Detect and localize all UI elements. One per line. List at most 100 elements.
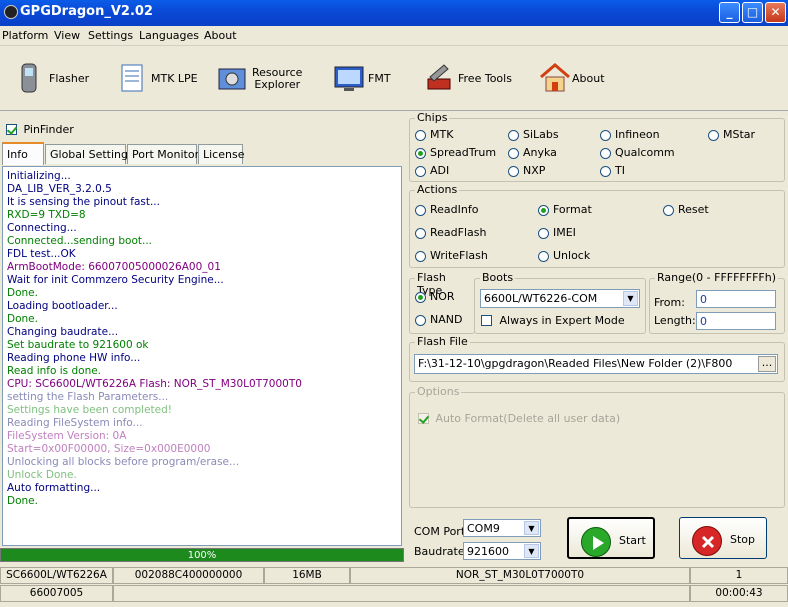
flash-type-nor-radio[interactable]: NOR xyxy=(415,290,455,303)
chip-radio-infineon[interactable]: Infineon xyxy=(600,128,660,141)
boots-group: Boots 6600L/WT6226-COM ▼ Always in Exper… xyxy=(474,271,646,334)
browse-button[interactable]: ... xyxy=(758,356,776,372)
tab-info[interactable]: Info xyxy=(2,142,44,165)
actions-caption: Actions xyxy=(415,183,460,196)
baudrate-select[interactable]: 921600 ▼ xyxy=(463,542,541,560)
chevron-down-icon[interactable]: ▼ xyxy=(524,521,539,535)
com-port-label: COM Port xyxy=(414,525,466,538)
tab-license[interactable]: License xyxy=(198,144,244,164)
log-line: RXD=9 TXD=8 xyxy=(7,209,86,221)
menu-about[interactable]: About xyxy=(204,29,237,42)
action-radio-unlock[interactable]: Unlock xyxy=(538,249,590,262)
menu-platform[interactable]: Platform xyxy=(2,29,48,42)
toolbar: Flasher MTK LPE Resource Explorer FMT Fr… xyxy=(0,47,788,111)
log-line: Loading bootloader... xyxy=(7,300,118,312)
home-icon xyxy=(540,63,570,92)
chip-radio-anyka[interactable]: Anyka xyxy=(508,146,557,159)
film-icon xyxy=(218,68,246,90)
stop-button[interactable]: Stop xyxy=(679,517,767,559)
status-timer: 00:00:43 xyxy=(690,585,788,602)
toolbar-about-button[interactable]: About xyxy=(538,57,618,101)
action-radio-format[interactable]: Format xyxy=(538,203,592,216)
chip-label: TI xyxy=(615,164,625,177)
log-line: CPU: SC6600L/WT6226A Flash: NOR_ST_M30L0… xyxy=(7,378,302,390)
flash-type-nand-radio[interactable]: NAND xyxy=(415,313,462,326)
toolbar-free-tools-button[interactable]: Free Tools xyxy=(422,57,522,101)
play-icon xyxy=(581,527,611,557)
action-radio-imei[interactable]: IMEI xyxy=(538,226,576,239)
chip-radio-mstar[interactable]: MStar xyxy=(708,128,755,141)
expert-mode-checkbox[interactable]: Always in Expert Mode xyxy=(481,313,625,327)
action-radio-readinfo[interactable]: ReadInfo xyxy=(415,203,478,216)
log-line: Auto formatting... xyxy=(7,482,101,494)
log-line: FDL test...OK xyxy=(7,248,76,260)
stop-icon xyxy=(692,526,722,556)
action-label: Unlock xyxy=(553,249,591,262)
chip-radio-qualcomm[interactable]: Qualcomm xyxy=(600,146,675,159)
range-group: Range(0 - FFFFFFFFh) From: 0 Length: 0 xyxy=(649,271,785,334)
menu-bar: Platform View Settings Languages About xyxy=(0,26,788,46)
range-from-input[interactable]: 0 xyxy=(696,290,776,308)
log-line: Unlocking all blocks before program/eras… xyxy=(7,456,240,468)
chips-group: Chips MTK SiLabs Infineon MStar SpreadTrum An… xyxy=(409,111,785,182)
boots-caption: Boots xyxy=(480,271,516,284)
com-port-select[interactable]: COM9 ▼ xyxy=(463,519,541,537)
toolbar-mtk-lpe-button[interactable]: MTK LPE xyxy=(116,57,206,101)
action-label: WriteFlash xyxy=(430,249,488,262)
chip-label: MStar xyxy=(723,128,756,141)
log-line: FileSystem Version: 0A xyxy=(7,430,127,442)
close-button[interactable]: ✕ xyxy=(765,2,786,23)
chip-radio-ti[interactable]: TI xyxy=(600,164,625,177)
chip-radio-spreadtrum[interactable]: SpreadTrum xyxy=(415,146,496,159)
status-id: 002088C400000000 xyxy=(113,567,264,584)
range-caption: Range(0 - FFFFFFFFh) xyxy=(655,271,778,284)
chip-label: SpreadTrum xyxy=(430,146,497,159)
maximize-button[interactable]: □ xyxy=(742,2,763,23)
menu-view[interactable]: View xyxy=(54,29,80,42)
start-button[interactable]: Start xyxy=(567,517,655,559)
pinfinder-check-mark xyxy=(6,123,17,135)
chip-radio-silabs[interactable]: SiLabs xyxy=(508,128,559,141)
chip-label: Anyka xyxy=(523,146,557,159)
chevron-down-icon[interactable]: ▼ xyxy=(524,544,539,558)
log-line: Wait for init Commzero Security Engine..… xyxy=(7,274,224,286)
log-line: Settings have been completed! xyxy=(7,404,173,416)
expert-mode-check-mark xyxy=(481,314,492,326)
log-output[interactable]: Initializing... DA_LIB_VER_3.2.0.5 It is s… xyxy=(2,166,402,546)
log-line: Done. xyxy=(7,495,38,507)
boots-select[interactable]: 6600L/WT6226-COM ▼ xyxy=(480,289,640,308)
port-controls: COM Port COM9 ▼ Baudrate 921600 ▼ Start … xyxy=(409,508,785,565)
toolbar-flasher-button[interactable]: Flasher xyxy=(12,57,102,101)
actions-group: Actions ReadInfo Format Reset ReadFlash IMEI… xyxy=(409,183,785,268)
menu-settings[interactable]: Settings xyxy=(88,29,133,42)
toolbar-resource-explorer-button[interactable]: Resource Explorer xyxy=(216,57,316,101)
auto-format-checkbox[interactable]: Auto Format(Delete all user data) xyxy=(418,411,620,425)
chip-radio-mtk[interactable]: MTK xyxy=(415,128,453,141)
tab-global-settings[interactable]: Global Settings xyxy=(45,144,134,164)
chevron-down-icon[interactable]: ▼ xyxy=(623,291,638,306)
status-count: 1 xyxy=(690,567,788,584)
menu-languages[interactable]: Languages xyxy=(139,29,199,42)
status-boot-code: 66007005 xyxy=(0,585,113,602)
action-radio-writeflash[interactable]: WriteFlash xyxy=(415,249,488,262)
status-size: 16MB xyxy=(264,567,350,584)
action-radio-reset[interactable]: Reset xyxy=(663,203,709,216)
flash-file-caption: Flash File xyxy=(415,335,470,348)
flash-type-nor-label: NOR xyxy=(430,290,455,303)
tab-port-monitor[interactable]: Port Monitor xyxy=(127,144,199,164)
action-label: IMEI xyxy=(553,226,576,239)
flash-file-input[interactable]: F:\31-12-10\gpgdragon\Readed Files\New F… xyxy=(414,354,778,374)
chip-radio-nxp[interactable]: NXP xyxy=(508,164,545,177)
chip-label: ADI xyxy=(430,164,450,177)
action-radio-readflash[interactable]: ReadFlash xyxy=(415,226,486,239)
toolbar-fmt-button[interactable]: FMT xyxy=(332,57,402,101)
action-label: ReadFlash xyxy=(430,226,487,239)
minimize-button[interactable]: _ xyxy=(719,2,740,23)
range-length-input[interactable]: 0 xyxy=(696,312,776,330)
expert-mode-label: Always in Expert Mode xyxy=(499,313,625,327)
boots-select-value: 6600L/WT6226-COM xyxy=(484,292,598,305)
pinfinder-checkbox[interactable]: PinFinder xyxy=(6,122,74,136)
chip-radio-adi[interactable]: ADI xyxy=(415,164,449,177)
chip-label: MTK xyxy=(430,128,454,141)
baudrate-label: Baudrate xyxy=(414,545,465,558)
